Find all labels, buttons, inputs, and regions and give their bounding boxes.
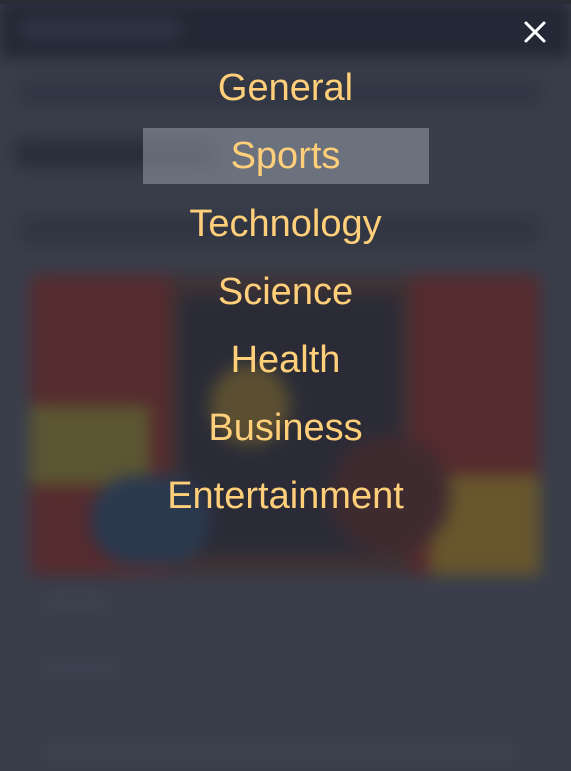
app-stage: General Sports Technology Science Health…: [0, 0, 571, 771]
menu-item-business[interactable]: Business: [143, 400, 429, 456]
menu-item-technology[interactable]: Technology: [143, 196, 429, 252]
menu-item-science[interactable]: Science: [143, 264, 429, 320]
menu-item-entertainment[interactable]: Entertainment: [143, 468, 429, 524]
close-icon: [524, 21, 546, 43]
category-menu: General Sports Technology Science Health…: [0, 60, 571, 536]
top-edge: [0, 0, 571, 4]
menu-item-sports[interactable]: Sports: [142, 128, 429, 184]
menu-item-health[interactable]: Health: [143, 332, 429, 388]
close-menu-button[interactable]: [521, 18, 549, 46]
menu-item-general[interactable]: General: [143, 60, 429, 116]
